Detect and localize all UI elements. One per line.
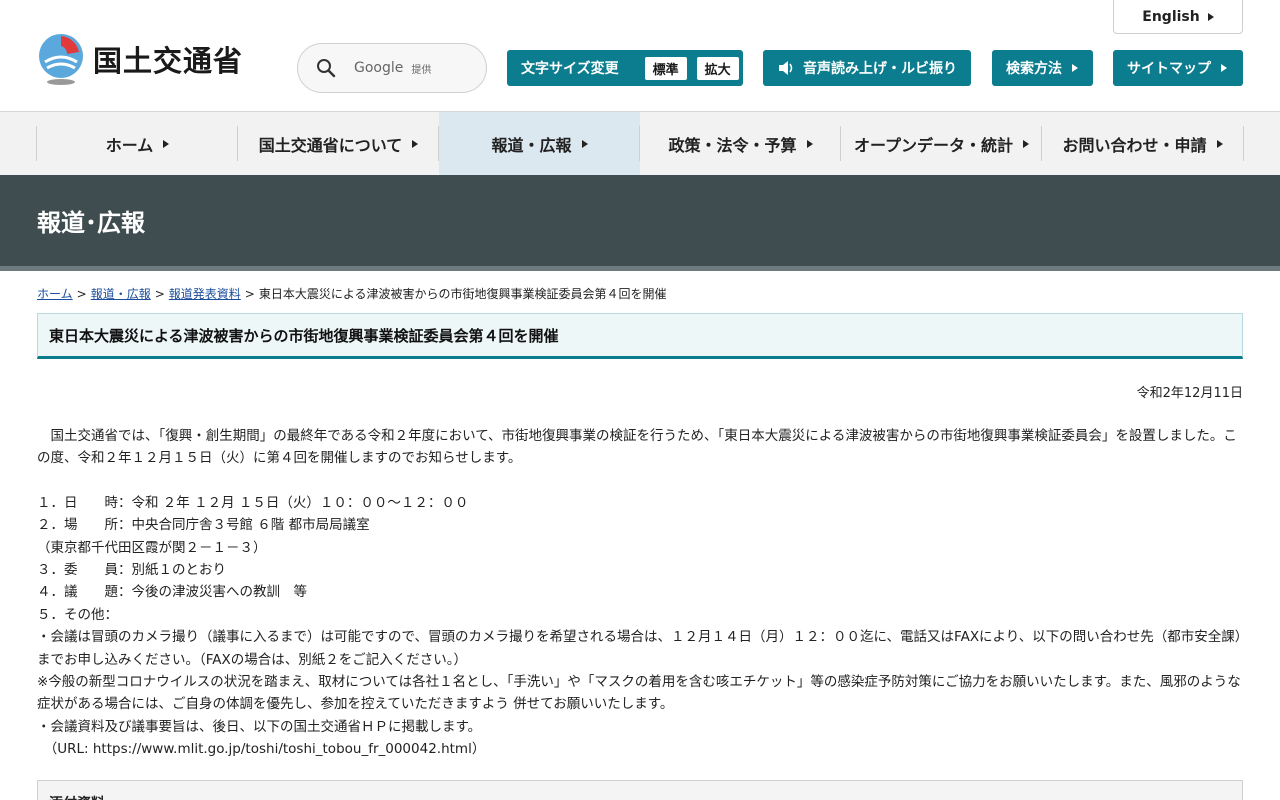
site-header: 国土交通省 Google 提供 文字サイズ変更 標準 拡大 音声読み上げ・ルビ振… (0, 0, 1280, 112)
details-list: １．日 時：令和 ２年 １２月 １５日（火）１０：００～１２：００ ２．場 所：… (37, 492, 1243, 761)
speech-button[interactable]: 音声読み上げ・ルビ振り (763, 50, 971, 86)
sitemap-button[interactable]: サイトマップ (1113, 50, 1243, 86)
arrow-right-icon (1072, 64, 1078, 72)
nav-label: お問い合わせ・申請 (1062, 135, 1207, 155)
search-method-button[interactable]: 検索方法 (992, 50, 1093, 86)
page-title: 東日本大震災による津波被害からの市街地復興事業検証委員会第４回を開催 (49, 326, 559, 345)
search-brand: Google (354, 60, 404, 76)
search-icon[interactable] (298, 44, 354, 92)
detail-line: （URL: https://www.mlit.go.jp/toshi/toshi… (37, 741, 486, 758)
breadcrumb-home[interactable]: ホーム (37, 287, 73, 301)
font-size-control: 文字サイズ変更 標準 拡大 (507, 50, 743, 86)
english-label: English (1142, 8, 1200, 25)
site-logo[interactable]: 国土交通省 (37, 32, 243, 86)
font-size-label: 文字サイズ変更 (521, 61, 619, 77)
nav-item-contact[interactable]: お問い合わせ・申請 (1041, 112, 1244, 175)
search-method-label: 検索方法 (1006, 61, 1062, 77)
detail-line: ４．議 題：今後の津波災害への教訓 等 (37, 584, 307, 601)
search-box[interactable]: Google 提供 (297, 43, 487, 93)
nav-label: ホーム (105, 135, 154, 155)
nav-item-policy[interactable]: 政策・法令・予算 (639, 112, 841, 175)
arrow-right-icon (412, 139, 419, 148)
font-size-large-button[interactable]: 拡大 (696, 56, 739, 80)
mlit-logo-icon (37, 32, 85, 86)
page-title-box: 東日本大震災による津波被害からの市街地復興事業検証委員会第４回を開催 (37, 313, 1243, 359)
detail-line: ３．委 員：別紙１のとおり (37, 562, 226, 579)
nav-label: 政策・法令・予算 (668, 135, 797, 155)
detail-line: ５．その他： (37, 606, 118, 623)
font-size-standard-button[interactable]: 標準 (644, 56, 687, 80)
detail-line: ※今般の新型コロナウイルスの状況を踏まえ、取材については各社１名とし、「手洗い」… (37, 674, 1241, 713)
detail-line: ・会議資料及び議事要旨は、後日、以下の国土交通省ＨＰに掲載します。 (37, 718, 482, 735)
speech-label: 音声読み上げ・ルビ振り (803, 61, 957, 77)
detail-line: ２．場 所：中央合同庁舎３号館 ６階 都市局局議室 (37, 517, 370, 534)
arrow-right-icon (1221, 64, 1227, 72)
arrow-right-icon (1216, 139, 1223, 148)
attachments-heading: 添付資料 (37, 780, 1243, 800)
global-nav: ホーム 国土交通省について 報道・広報 政策・法令・予算 オープンデータ・統計 … (0, 112, 1280, 175)
breadcrumb-separator: > (244, 287, 255, 301)
nav-label: 国土交通省について (258, 135, 403, 155)
nav-label: 報道・広報 (491, 135, 572, 155)
arrow-right-icon (581, 139, 588, 148)
section-title: 報道･広報 (37, 209, 145, 237)
breadcrumb-releases[interactable]: 報道発表資料 (169, 287, 241, 301)
section-banner: 報道･広報 (0, 175, 1280, 271)
nav-item-home[interactable]: ホーム (36, 112, 238, 175)
search-provided-label: 提供 (411, 64, 432, 76)
arrow-right-icon (1023, 139, 1030, 148)
arrow-right-icon (1207, 12, 1214, 21)
breadcrumb-press[interactable]: 報道・広報 (91, 287, 151, 301)
nav-item-opendata[interactable]: オープンデータ・統計 (840, 112, 1042, 175)
breadcrumb-separator: > (154, 287, 165, 301)
arrow-right-icon (163, 139, 170, 148)
site-logo-text: 国土交通省 (93, 44, 244, 78)
breadcrumb-separator: > (76, 287, 87, 301)
detail-line: １．日 時：令和 ２年 １２月 １５日（火）１０：００～１２：００ (37, 494, 469, 511)
nav-label: オープンデータ・統計 (853, 135, 1014, 155)
article-body: 国土交通省では、「復興・創生期間」の最終年である令和２年度において、市街地復興事… (0, 425, 1280, 761)
intro-paragraph: 国土交通省では、「復興・創生期間」の最終年である令和２年度において、市街地復興事… (37, 428, 1237, 467)
publish-date: 令和2年12月11日 (1136, 386, 1243, 401)
detail-line: ・会議は冒頭のカメラ撮り（議事に入るまで）は可能ですので、冒頭のカメラ撮りを希望… (37, 629, 1242, 668)
breadcrumb-current: 東日本大震災による津波被害からの市街地復興事業検証委員会第４回を開催 (258, 287, 667, 301)
arrow-right-icon (806, 139, 813, 148)
speaker-icon (777, 60, 795, 76)
nav-item-about[interactable]: 国土交通省について (237, 112, 439, 175)
detail-line: （東京都千代田区霞が関２－１－３） (37, 539, 267, 556)
sitemap-label: サイトマップ (1127, 61, 1211, 77)
nav-item-press[interactable]: 報道・広報 (438, 112, 640, 175)
english-link[interactable]: English (1113, 0, 1243, 34)
breadcrumb: ホーム > 報道・広報 > 報道発表資料 > 東日本大震災による津波被害からの市街地復興事業… (0, 271, 1280, 307)
